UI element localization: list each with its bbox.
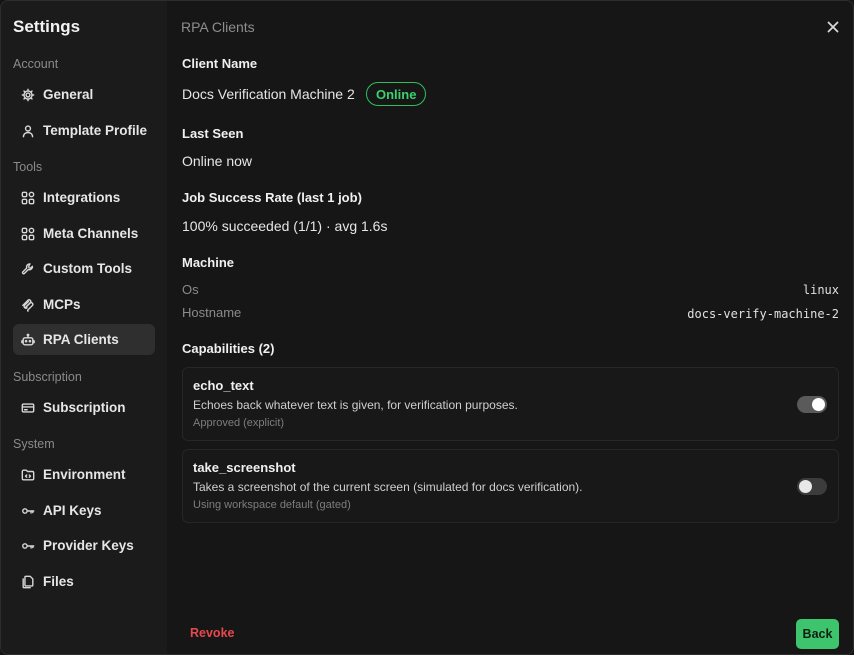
credit-card-icon: [21, 401, 35, 415]
status-badge: Online: [366, 82, 427, 106]
files-icon: [21, 575, 35, 589]
folder-code-icon: [21, 468, 35, 482]
back-button[interactable]: Back: [796, 619, 839, 649]
toggle-knob: [812, 398, 825, 411]
capability-card-echo-text: echo_text Echoes back whatever text is g…: [182, 367, 839, 441]
sidebar-item-environment[interactable]: Environment: [13, 459, 155, 490]
sidebar-item-template-profile[interactable]: Template Profile: [13, 115, 155, 146]
capability-description: Takes a screenshot of the current screen…: [193, 480, 583, 494]
capability-name: echo_text: [193, 378, 254, 393]
close-icon: [827, 21, 839, 33]
robot-icon: [21, 333, 35, 347]
wrench-icon: [21, 262, 35, 276]
sidebar-item-custom-tools[interactable]: Custom Tools: [13, 253, 155, 284]
sidebar-item-label: RPA Clients: [43, 332, 119, 347]
capabilities-label: Capabilities (2): [182, 341, 275, 356]
panel-title: RPA Clients: [181, 19, 255, 35]
capability-toggle[interactable]: [797, 396, 827, 413]
sidebar-item-label: API Keys: [43, 503, 102, 518]
hostname-key: Hostname: [182, 305, 242, 320]
client-name-value: Docs Verification Machine 2: [182, 86, 355, 102]
os-value: linux: [802, 283, 839, 297]
user-icon: [21, 124, 35, 138]
capability-toggle[interactable]: [797, 478, 827, 495]
capability-status: Using workspace default (gated): [193, 499, 351, 511]
section-label-tools: Tools: [13, 160, 43, 174]
sidebar-item-label: Files: [43, 574, 74, 589]
success-rate-value: 100% succeeded (1/1) · avg 1.6s: [182, 218, 388, 234]
key-icon: [21, 504, 35, 518]
sidebar-item-subscription[interactable]: Subscription: [13, 392, 155, 423]
sidebar-item-label: MCPs: [43, 297, 81, 312]
last-seen-value: Online now: [182, 153, 253, 169]
capability-status: Approved (explicit): [193, 417, 285, 429]
toggle-knob: [799, 480, 812, 493]
sidebar-item-label: Custom Tools: [43, 261, 132, 276]
sidebar-item-api-keys[interactable]: API Keys: [13, 495, 155, 526]
section-label-system: System: [13, 437, 55, 451]
revoke-button[interactable]: Revoke: [190, 626, 234, 640]
mcp-icon: [21, 298, 35, 312]
sidebar-item-label: General: [43, 87, 94, 102]
machine-label: Machine: [182, 255, 235, 270]
sidebar-item-files[interactable]: Files: [13, 566, 155, 597]
sidebar-item-label: Provider Keys: [43, 538, 134, 553]
key-icon: [21, 539, 35, 553]
close-button[interactable]: [825, 19, 841, 35]
settings-window: Settings Account General Template Profil…: [0, 0, 854, 655]
capability-name: take_screenshot: [193, 460, 296, 475]
os-key: Os: [182, 282, 199, 297]
capability-description: Echoes back whatever text is given, for …: [193, 398, 518, 412]
sidebar-item-label: Integrations: [43, 190, 121, 205]
success-rate-label: Job Success Rate (last 1 job): [182, 190, 362, 205]
sidebar-item-label: Template Profile: [43, 123, 148, 138]
client-name-label: Client Name: [182, 56, 258, 71]
grid-icon: [21, 191, 35, 205]
grid-icon: [21, 227, 35, 241]
sidebar-item-label: Environment: [43, 467, 126, 482]
sidebar-item-rpa-clients[interactable]: RPA Clients: [13, 324, 155, 355]
hostname-value: docs-verify-machine-2: [687, 307, 839, 321]
sidebar-item-mcps[interactable]: MCPs: [13, 289, 155, 320]
sidebar-item-integrations[interactable]: Integrations: [13, 182, 155, 213]
sidebar-title: Settings: [13, 17, 81, 36]
gear-icon: [21, 88, 35, 102]
sidebar-item-label: Subscription: [43, 400, 126, 415]
sidebar: Settings Account General Template Profil…: [1, 1, 167, 654]
section-label-subscription: Subscription: [13, 370, 82, 384]
rpa-client-detail-panel: RPA Clients Client Name Docs Verificatio…: [167, 1, 853, 654]
sidebar-item-general[interactable]: General: [13, 79, 155, 110]
sidebar-item-provider-keys[interactable]: Provider Keys: [13, 530, 155, 561]
capability-card-take-screenshot: take_screenshot Takes a screenshot of th…: [182, 449, 839, 523]
sidebar-item-label: Meta Channels: [43, 226, 139, 241]
section-label-account: Account: [13, 57, 59, 71]
sidebar-item-meta-channels[interactable]: Meta Channels: [13, 218, 155, 249]
last-seen-label: Last Seen: [182, 126, 244, 141]
